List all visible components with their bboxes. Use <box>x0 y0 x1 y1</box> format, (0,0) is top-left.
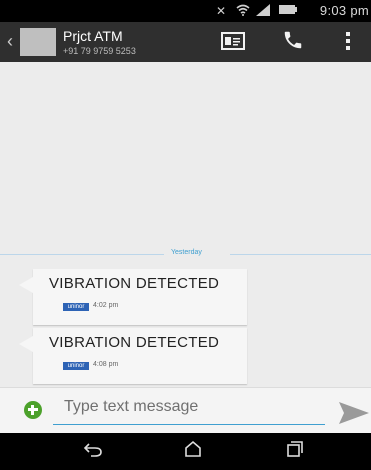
contact-name: Prjct ATM <box>63 28 123 44</box>
contact-number: +91 79 9759 5253 <box>63 46 136 56</box>
date-divider-line <box>230 254 371 255</box>
message-time: 4:02 pm <box>93 302 119 309</box>
home-icon[interactable] <box>184 440 202 463</box>
phone-icon[interactable] <box>282 29 304 57</box>
date-divider-label: Yesterday <box>171 249 202 256</box>
conversation-header: ‹ Prjct ATM +91 79 9759 5253 <box>0 22 371 62</box>
navigation-bar <box>0 433 371 470</box>
message-bubble[interactable]: VIBRATION DETECTED uninor 4:02 pm <box>19 269 247 325</box>
status-bar: ✕ 9:03 pm <box>0 0 371 22</box>
mute-icon: ✕ <box>216 4 227 18</box>
message-input[interactable]: Type text message <box>53 398 325 425</box>
overflow-menu-icon[interactable] <box>346 31 352 51</box>
message-list: Yesterday VIBRATION DETECTED uninor 4:02… <box>0 62 371 387</box>
back-nav-icon[interactable] <box>83 440 103 463</box>
battery-icon <box>279 4 297 18</box>
back-icon[interactable]: ‹ <box>7 32 13 50</box>
contact-card-icon[interactable] <box>221 32 245 50</box>
message-input-placeholder: Type text message <box>64 398 199 415</box>
send-icon[interactable] <box>339 402 369 424</box>
message-text: VIBRATION DETECTED <box>49 334 220 351</box>
message-time: 4:08 pm <box>93 361 119 368</box>
signal-icon <box>256 4 270 19</box>
status-time: 9:03 pm <box>319 3 369 18</box>
message-bubble[interactable]: VIBRATION DETECTED uninor 4:08 pm <box>19 328 247 384</box>
carrier-badge: uninor <box>63 303 89 311</box>
avatar[interactable] <box>20 28 56 56</box>
recent-apps-icon[interactable] <box>286 440 304 463</box>
compose-bar: Type text message <box>0 387 371 434</box>
bubble-tail <box>19 277 33 293</box>
carrier-badge: uninor <box>63 362 89 370</box>
message-text: VIBRATION DETECTED <box>49 275 220 292</box>
wifi-icon <box>236 4 250 19</box>
add-attachment-icon[interactable] <box>24 401 42 419</box>
bubble-tail <box>19 336 33 352</box>
date-divider-line <box>0 254 164 255</box>
